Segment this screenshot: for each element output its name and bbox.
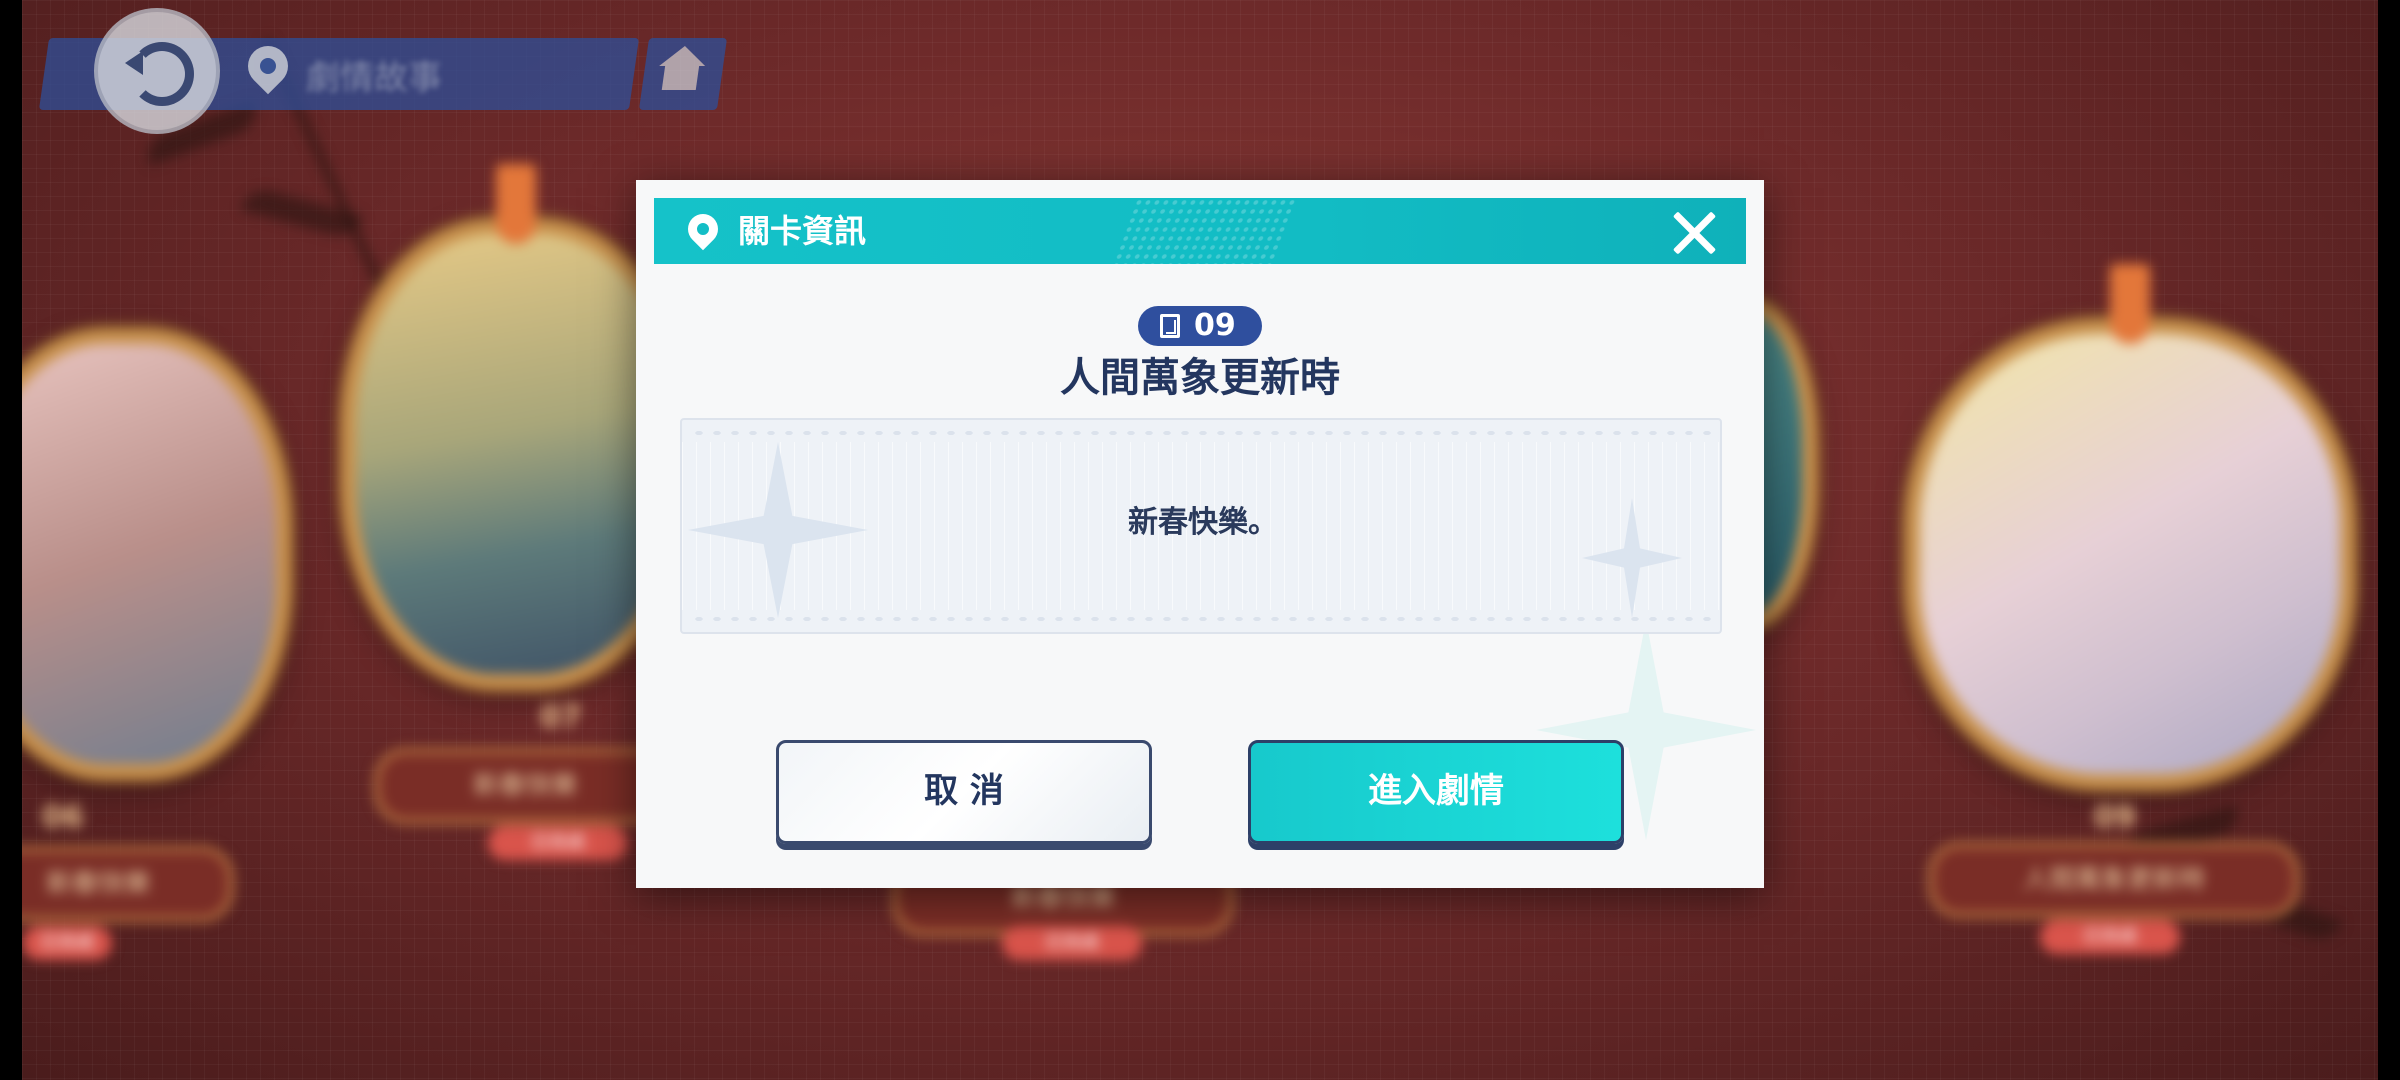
enter-story-button[interactable]: 進入劇情 — [1248, 740, 1624, 844]
completed-pill: 已完成 — [1002, 926, 1142, 960]
stage-banner[interactable]: 新春快樂 — [22, 846, 234, 922]
nav-title: 劇情故事 — [306, 58, 442, 98]
close-icon[interactable] — [1670, 208, 1718, 256]
stage-number: 09 — [1194, 308, 1236, 343]
header-dot-pattern — [1111, 198, 1297, 264]
stage-description: 新春快樂。 — [1128, 505, 1278, 540]
completed-pill: 已完成 — [488, 826, 628, 860]
leaf-decoration — [240, 184, 364, 242]
stage-tag — [2110, 264, 2150, 344]
filmstrip-perforation — [690, 614, 1712, 624]
completed-pill: 已完成 — [2040, 920, 2180, 954]
stage-number: 09 — [2094, 800, 2136, 835]
stage-number: 07 — [540, 700, 582, 735]
stage-medallion[interactable] — [1906, 264, 2354, 788]
home-icon — [661, 64, 700, 90]
filmstrip-perforation — [690, 428, 1712, 438]
stage-info-dialog: 關卡資訊 09 人間萬象更新時 新春快樂。 取 消 進入劇情 — [636, 180, 1764, 888]
back-button[interactable] — [94, 8, 220, 134]
stage-number-badge: 09 — [1138, 306, 1262, 346]
back-icon — [125, 42, 194, 106]
stage-medallion[interactable] — [22, 330, 290, 778]
stage-banner[interactable]: 新春快樂 — [374, 748, 676, 824]
dialog-header: 關卡資訊 — [654, 198, 1746, 264]
stage-banner[interactable]: 人間萬象更新時 — [1928, 842, 2300, 918]
stage-title: 人間萬象更新時 — [1060, 355, 1340, 401]
book-icon — [1160, 314, 1180, 338]
home-button[interactable] — [638, 38, 728, 110]
dialog-title: 關卡資訊 — [738, 212, 867, 250]
location-pin-icon — [681, 207, 725, 251]
completed-pill: 已完成 — [22, 926, 112, 960]
stage-number: 06 — [42, 800, 84, 835]
stage-tag — [496, 164, 536, 244]
cancel-button[interactable]: 取 消 — [776, 740, 1152, 844]
description-box: 新春快樂。 — [680, 418, 1722, 634]
